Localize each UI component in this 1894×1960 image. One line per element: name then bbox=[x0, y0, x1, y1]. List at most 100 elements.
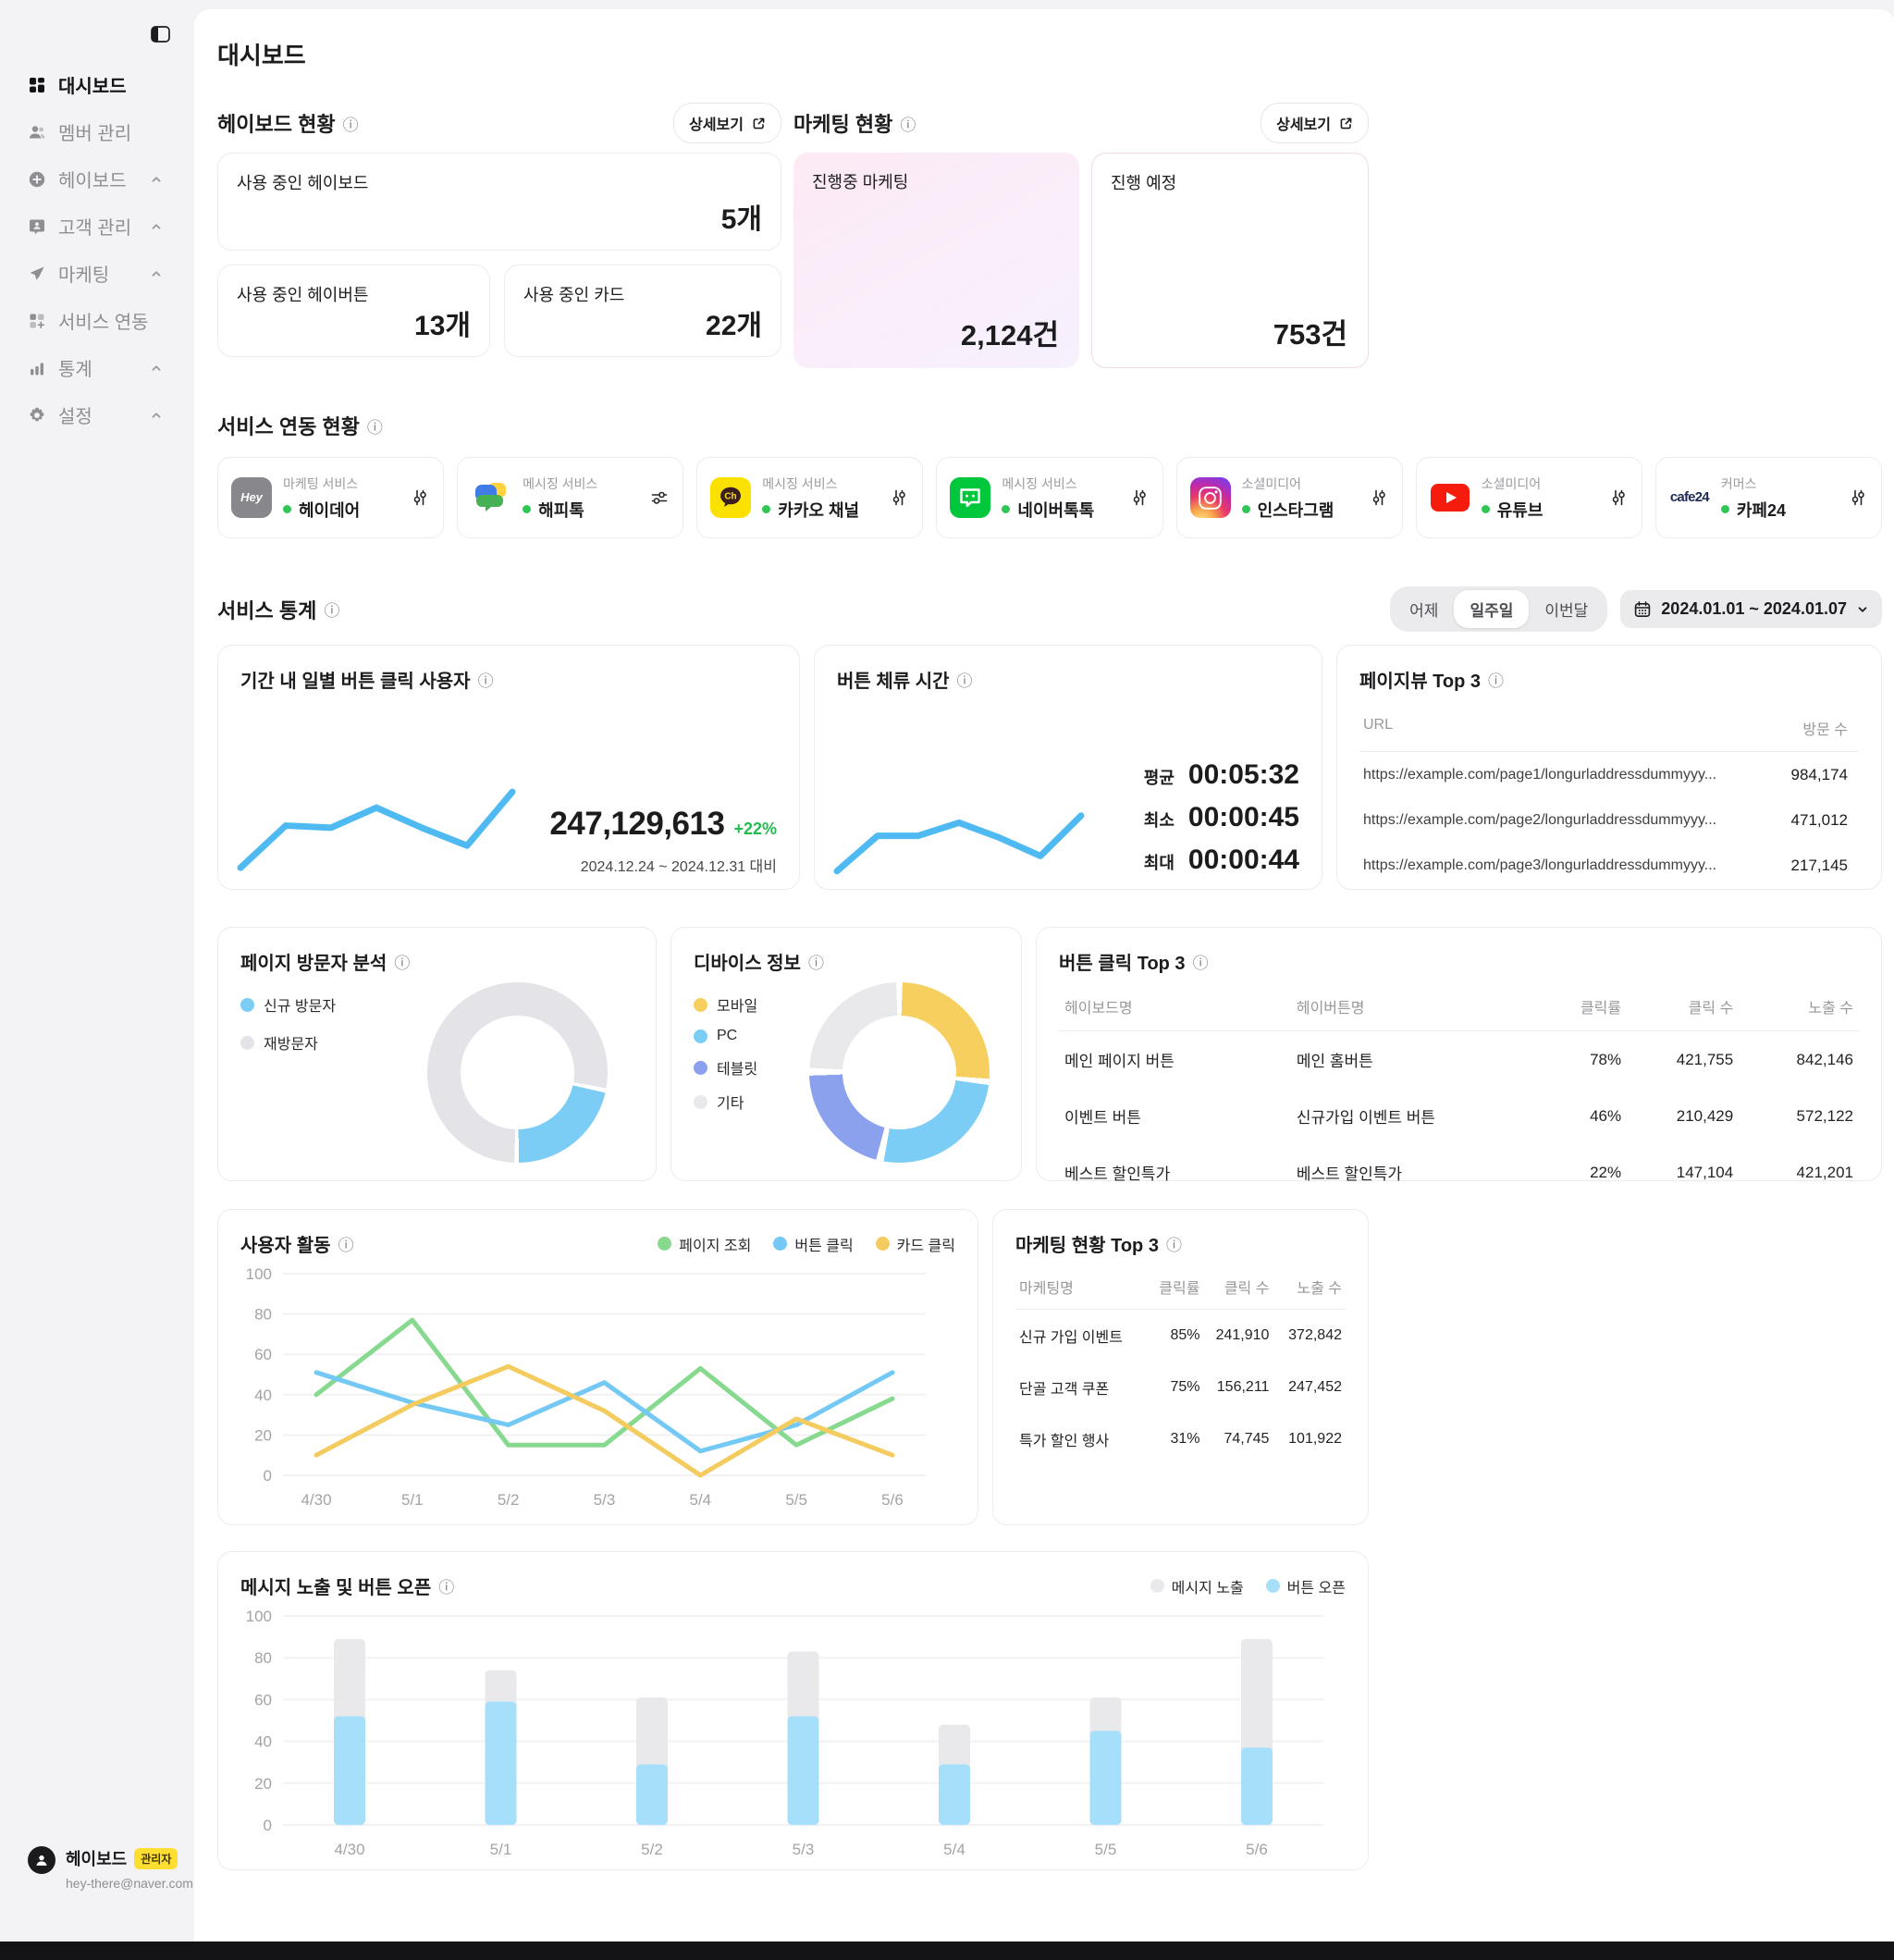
status-dot bbox=[762, 505, 770, 513]
legend-item: 버튼 클릭 bbox=[773, 1233, 853, 1255]
chevron-up-icon[interactable] bbox=[150, 267, 163, 280]
legend-item: 테블릿 bbox=[694, 1056, 757, 1079]
info-icon[interactable]: ⓘ bbox=[343, 112, 359, 135]
info-icon[interactable]: ⓘ bbox=[1488, 668, 1504, 691]
sliders-icon[interactable] bbox=[1848, 487, 1868, 508]
service-category: 커머스 bbox=[1721, 475, 1786, 493]
send-icon bbox=[28, 265, 46, 283]
stats-row-a: 기간 내 일별 버튼 클릭 사용자 ⓘ 247,129,613 +22% 202… bbox=[217, 645, 1882, 890]
sidebar-collapse-icon[interactable] bbox=[151, 26, 170, 43]
info-icon[interactable]: ⓘ bbox=[394, 950, 410, 973]
legend-dot bbox=[1150, 1579, 1164, 1593]
legend-dot bbox=[773, 1237, 787, 1251]
info-icon[interactable]: ⓘ bbox=[808, 950, 824, 973]
info-icon[interactable]: ⓘ bbox=[1166, 1232, 1182, 1255]
x-axis-tick-label: 4/30 bbox=[301, 1491, 331, 1509]
sidebar-item-customers[interactable]: 고객 관리 bbox=[0, 203, 194, 250]
chevron-up-icon[interactable] bbox=[150, 362, 163, 375]
stat-value: 00:00:44 bbox=[1188, 844, 1299, 876]
daily-click-users-value: 247,129,613 bbox=[549, 806, 724, 843]
sidebar-item-members[interactable]: 멤버 관리 bbox=[0, 108, 194, 155]
service-category: 소셜미디어 bbox=[1242, 475, 1334, 493]
tab-month[interactable]: 이번달 bbox=[1529, 590, 1604, 628]
dashboard-icon bbox=[28, 76, 46, 94]
sliders-icon[interactable] bbox=[410, 487, 430, 508]
date-range-picker[interactable]: 2024.01.01 ~ 2024.01.07 bbox=[1620, 590, 1882, 628]
chevron-up-icon[interactable] bbox=[150, 173, 163, 186]
legend-item: PC bbox=[694, 1028, 757, 1044]
sidebar-item-heyboard[interactable]: 헤이보드 bbox=[0, 155, 194, 203]
sidebar-user[interactable]: 헤이보드 관리자 hey-there@naver.com bbox=[28, 1846, 193, 1891]
legend-dot bbox=[694, 1061, 707, 1075]
sidebar-item-dashboard[interactable]: 대시보드 bbox=[0, 61, 194, 108]
sidebar-item-label: 헤이보드 bbox=[58, 166, 127, 192]
page-url-link[interactable]: https://example.com/page3/longurladdress… bbox=[1363, 857, 1735, 874]
members-icon bbox=[28, 123, 46, 142]
sidebar-item-settings[interactable]: 설정 bbox=[0, 391, 194, 438]
visitor-donut-chart bbox=[427, 982, 608, 1163]
service-card-instagram: 소셜미디어 인스타그램 bbox=[1176, 457, 1403, 538]
sliders-icon[interactable] bbox=[889, 487, 909, 508]
sidebar-item-integration[interactable]: 서비스 연동 bbox=[0, 297, 194, 344]
service-stats-header: 서비스 통계 ⓘ 어제 일주일 이번달 2024.01.01 ~ 2024.01… bbox=[217, 586, 1882, 632]
table-row: https://example.com/page2/longurladdress… bbox=[1359, 797, 1859, 843]
service-category: 메시징 서비스 bbox=[1002, 475, 1094, 493]
info-icon[interactable]: ⓘ bbox=[367, 414, 383, 438]
status-dot bbox=[283, 505, 291, 513]
sidebar-item-label: 대시보드 bbox=[58, 71, 127, 98]
card-title: 버튼 체류 시간 bbox=[837, 666, 950, 693]
integration-cards: Hey 마케팅 서비스 헤이데어 메시징 서비스 해피톡 bbox=[217, 457, 1882, 538]
tab-week[interactable]: 일주일 bbox=[1454, 590, 1529, 628]
button-click-top3-card: 버튼 클릭 Top 3 ⓘ 헤이보드명 헤이버튼명 클릭률 클릭 수 노출 수 … bbox=[1036, 927, 1882, 1181]
chevron-up-icon[interactable] bbox=[150, 220, 163, 233]
marketing-detail-button[interactable]: 상세보기 bbox=[1261, 103, 1369, 143]
info-icon[interactable]: ⓘ bbox=[324, 598, 339, 621]
stat-card-active-marketing: 진행중 마케팅 2,124건 bbox=[793, 153, 1079, 368]
info-icon[interactable]: ⓘ bbox=[338, 1232, 354, 1255]
legend-dot bbox=[658, 1237, 671, 1251]
service-name: 네이버톡톡 bbox=[1017, 498, 1094, 522]
stat-label: 최대 bbox=[1144, 850, 1175, 874]
page-url-link[interactable]: https://example.com/page2/longurladdress… bbox=[1363, 812, 1735, 829]
info-icon[interactable]: ⓘ bbox=[957, 668, 973, 691]
status-dot bbox=[1721, 505, 1729, 513]
info-icon[interactable]: ⓘ bbox=[1193, 950, 1209, 973]
info-icon[interactable]: ⓘ bbox=[478, 668, 494, 691]
column-header: URL bbox=[1363, 717, 1735, 739]
heyboard-detail-button[interactable]: 상세보기 bbox=[673, 103, 781, 143]
column-header: 방문 수 bbox=[1735, 717, 1855, 739]
info-icon[interactable]: ⓘ bbox=[438, 1574, 454, 1597]
sidebar-item-marketing[interactable]: 마케팅 bbox=[0, 250, 194, 297]
integration-icon bbox=[28, 312, 46, 330]
x-axis-tick-label: 5/3 bbox=[594, 1491, 616, 1509]
top-status-row: 헤이보드 현황 ⓘ 상세보기 사용 중인 헤이보드 5개 사용 중인 헤이버튼 … bbox=[217, 105, 1369, 368]
y-axis-tick-label: 0 bbox=[264, 1817, 272, 1834]
chevron-up-icon[interactable] bbox=[150, 409, 163, 422]
legend-item: 신규 방문자 bbox=[240, 993, 336, 1016]
tab-yesterday[interactable]: 어제 bbox=[1394, 590, 1454, 628]
button-click-table: 헤이보드명 헤이버튼명 클릭률 클릭 수 노출 수 메인 페이지 버튼메인 홈버… bbox=[1059, 982, 1859, 1201]
sliders-icon[interactable] bbox=[1369, 487, 1389, 508]
table-row: https://example.com/page3/longurladdress… bbox=[1359, 843, 1859, 888]
bar-open bbox=[788, 1716, 819, 1825]
service-category: 메시징 서비스 bbox=[762, 475, 859, 493]
sliders-icon[interactable] bbox=[1129, 487, 1150, 508]
pageview-table: URL 방문 수 https://example.com/page1/longu… bbox=[1359, 706, 1859, 888]
section-title: 서비스 연동 현황 bbox=[217, 411, 360, 440]
page-url-link[interactable]: https://example.com/page1/longurladdress… bbox=[1363, 767, 1735, 783]
card-title: 디바이스 정보 bbox=[694, 948, 801, 975]
service-name: 카페24 bbox=[1737, 498, 1786, 522]
column-header: 클릭률 bbox=[1539, 982, 1627, 1031]
sliders-icon[interactable] bbox=[1608, 487, 1629, 508]
sliders-icon[interactable] bbox=[649, 487, 670, 508]
column-header: 클릭 수 bbox=[1627, 982, 1739, 1031]
legend-item: 버튼 오픈 bbox=[1266, 1575, 1346, 1597]
stat-label: 최소 bbox=[1144, 807, 1175, 832]
y-axis-tick-label: 20 bbox=[254, 1426, 272, 1444]
bar-open bbox=[1090, 1731, 1122, 1825]
legend-dot bbox=[694, 998, 707, 1012]
sidebar-item-stats[interactable]: 통계 bbox=[0, 344, 194, 391]
message-legend: 메시지 노출 버튼 오픈 bbox=[1150, 1575, 1346, 1597]
info-icon[interactable]: ⓘ bbox=[900, 112, 916, 135]
service-name: 유튜브 bbox=[1497, 498, 1543, 522]
